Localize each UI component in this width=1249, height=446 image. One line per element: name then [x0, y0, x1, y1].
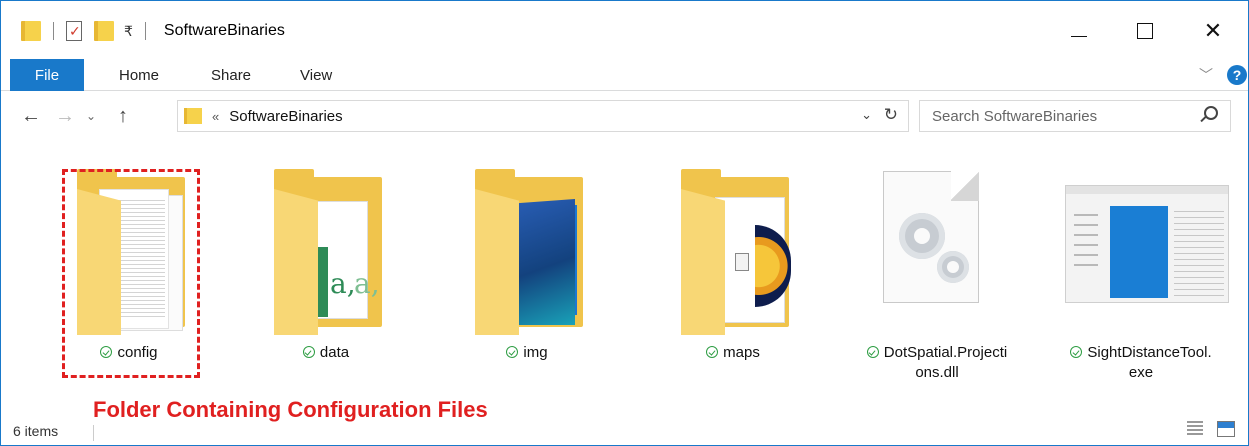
address-bar[interactable]: « SoftwareBinaries ⌄ ↻ — [177, 100, 909, 132]
large-icons-view-icon[interactable] — [1217, 421, 1235, 437]
close-icon: ✕ — [1203, 18, 1223, 43]
back-arrow-icon[interactable]: ← — [19, 104, 43, 128]
folder-icon — [475, 169, 583, 335]
folder-icon[interactable] — [21, 21, 41, 41]
tab-file[interactable]: File — [10, 59, 84, 91]
explorer-window: ₹ SoftwareBinaries ✕ File Home Share Vie… — [0, 0, 1249, 446]
divider — [144, 22, 146, 40]
file-item-label: SightDistanceTool. exe — [1047, 343, 1227, 383]
new-folder-icon[interactable] — [94, 21, 114, 41]
search-input[interactable]: Search SoftwareBinaries — [932, 108, 1097, 125]
file-item-label: maps — [643, 343, 823, 363]
help-icon[interactable]: ? — [1227, 65, 1247, 85]
sync-status-icon — [706, 346, 719, 358]
refresh-icon[interactable]: ↻ — [884, 105, 898, 125]
sync-status-icon — [302, 346, 315, 358]
address-dropdown-chevron-icon[interactable]: ⌄ — [861, 107, 872, 123]
folder-icon: a, a, — [274, 169, 382, 335]
properties-icon[interactable] — [66, 21, 82, 41]
annotation-highlight-box — [62, 169, 200, 378]
ribbon-tabs: File Home Share View ﹀ ? — [1, 59, 1248, 91]
sync-status-icon — [1070, 346, 1083, 358]
sync-status-icon — [866, 346, 879, 358]
title-bar: ₹ SoftwareBinaries ✕ — [1, 1, 1248, 59]
minimize-icon — [1071, 35, 1087, 37]
divider — [93, 425, 94, 441]
file-item-label: data — [236, 343, 416, 363]
gear-icon — [937, 251, 969, 283]
minimize-button[interactable] — [1056, 11, 1102, 51]
file-item-dotspatial-dll[interactable]: DotSpatial.Projecti ons.dll — [843, 159, 1023, 381]
search-box[interactable]: Search SoftwareBinaries — [919, 100, 1231, 132]
tab-share[interactable]: Share — [211, 59, 251, 91]
maximize-icon — [1137, 23, 1153, 39]
file-item-label: img — [437, 343, 617, 363]
divider — [53, 22, 54, 40]
details-view-icon[interactable] — [1187, 421, 1203, 437]
quick-access-toolbar: ₹ SoftwareBinaries — [21, 19, 285, 43]
up-arrow-icon[interactable]: ↑ — [111, 104, 135, 128]
sync-status-icon — [506, 346, 519, 358]
gear-icon — [899, 213, 945, 259]
folder-icon — [681, 169, 791, 335]
breadcrumb-path[interactable]: SoftwareBinaries — [229, 108, 342, 125]
navigation-bar: ← → ⌄ ↑ « SoftwareBinaries ⌄ ↻ Search So… — [1, 92, 1248, 142]
recent-locations-chevron-icon[interactable]: ⌄ — [79, 104, 103, 128]
tab-view[interactable]: View — [300, 59, 332, 91]
file-item-img[interactable]: img — [437, 159, 617, 379]
breadcrumb-overflow-chevron[interactable]: « — [212, 109, 219, 124]
annotation-caption: Folder Containing Configuration Files — [93, 397, 488, 422]
forward-arrow-icon[interactable]: → — [53, 104, 77, 128]
maximize-button[interactable] — [1122, 11, 1168, 51]
expand-ribbon-chevron-icon[interactable]: ﹀ — [1199, 65, 1213, 85]
file-item-maps[interactable]: maps — [643, 159, 823, 379]
exe-file-icon — [1065, 185, 1229, 303]
window-title: SoftwareBinaries — [163, 22, 285, 39]
close-button[interactable]: ✕ — [1190, 11, 1236, 51]
status-item-count: 6 items — [13, 423, 59, 439]
search-icon[interactable] — [1204, 106, 1218, 120]
file-item-label: DotSpatial.Projecti ons.dll — [843, 343, 1023, 383]
file-item-data[interactable]: a, a, data — [236, 159, 416, 379]
tab-home[interactable]: Home — [119, 59, 159, 91]
customize-toolbar-icon[interactable]: ₹ — [124, 23, 133, 40]
file-item-sightdistancetool-exe[interactable]: SightDistanceTool. exe — [1047, 159, 1229, 381]
folder-icon — [184, 108, 202, 124]
